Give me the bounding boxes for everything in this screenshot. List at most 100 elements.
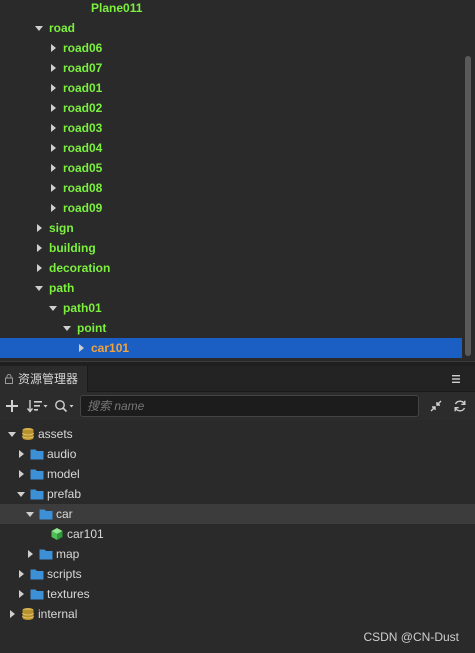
tree-node-road09[interactable]: road09 bbox=[0, 198, 462, 218]
node-label: path01 bbox=[63, 301, 102, 315]
asset-row-car[interactable]: car bbox=[0, 504, 475, 524]
refresh-icon[interactable] bbox=[452, 397, 468, 415]
collapse-arrow-icon[interactable] bbox=[6, 604, 18, 624]
folder-icon bbox=[30, 589, 44, 600]
asset-row-car101[interactable]: car101 bbox=[0, 524, 475, 544]
folder-icon bbox=[30, 489, 44, 500]
asset-label: map bbox=[56, 547, 80, 561]
collapse-arrow-icon[interactable] bbox=[47, 178, 59, 198]
asset-row-assets[interactable]: assets bbox=[0, 424, 475, 444]
folder-icon bbox=[39, 549, 53, 560]
expand-arrow-icon[interactable] bbox=[61, 318, 73, 338]
node-label: road03 bbox=[63, 121, 103, 135]
database-icon bbox=[22, 428, 34, 440]
expand-arrow-icon[interactable] bbox=[6, 424, 18, 444]
collapse-arrow-icon[interactable] bbox=[47, 58, 59, 78]
tree-node-car101-selected[interactable]: car101 bbox=[0, 338, 462, 358]
node-label: car101 bbox=[91, 341, 130, 355]
search-box[interactable] bbox=[80, 395, 419, 417]
assets-tree: assets audio model prefab car car101 map… bbox=[0, 422, 475, 653]
tree-node-road08[interactable]: road08 bbox=[0, 178, 462, 198]
tree-node-road[interactable]: road bbox=[0, 18, 462, 38]
node-label: road08 bbox=[63, 181, 103, 195]
lock-icon[interactable] bbox=[5, 374, 13, 384]
collapse-arrow-icon[interactable] bbox=[33, 238, 45, 258]
folder-icon bbox=[30, 469, 44, 480]
collapse-arrow-icon[interactable] bbox=[15, 564, 27, 584]
collapse-arrow-icon[interactable] bbox=[47, 138, 59, 158]
expand-arrow-icon[interactable] bbox=[33, 18, 45, 38]
collapse-arrow-icon[interactable] bbox=[47, 38, 59, 58]
collapse-arrow-icon[interactable] bbox=[24, 544, 36, 564]
tree-node-road03[interactable]: road03 bbox=[0, 118, 462, 138]
node-label: building bbox=[49, 241, 96, 255]
tree-node-sign[interactable]: sign bbox=[0, 218, 462, 238]
hierarchy-panel: Plane011 road road06 road07 road01 road0… bbox=[0, 0, 475, 362]
node-label: road04 bbox=[63, 141, 103, 155]
prefab-cube-icon bbox=[51, 528, 63, 540]
expand-arrow-icon[interactable] bbox=[47, 298, 59, 318]
expand-arrow-icon[interactable] bbox=[24, 504, 36, 524]
scrollbar-thumb[interactable] bbox=[465, 56, 471, 356]
tree-node-building[interactable]: building bbox=[0, 238, 462, 258]
search-filter-icon[interactable] bbox=[54, 397, 76, 415]
asset-row-audio[interactable]: audio bbox=[0, 444, 475, 464]
node-label: decoration bbox=[49, 261, 111, 275]
node-label: sign bbox=[49, 221, 74, 235]
collapse-arrow-icon[interactable] bbox=[15, 584, 27, 604]
collapse-arrow-icon[interactable] bbox=[47, 78, 59, 98]
asset-label: car101 bbox=[67, 527, 104, 541]
node-label: road07 bbox=[63, 61, 103, 75]
node-label: path bbox=[49, 281, 75, 295]
asset-row-internal[interactable]: internal bbox=[0, 604, 475, 624]
tree-node-plane011[interactable]: Plane011 bbox=[0, 0, 462, 18]
asset-row-map[interactable]: map bbox=[0, 544, 475, 564]
asset-row-model[interactable]: model bbox=[0, 464, 475, 484]
add-icon[interactable] bbox=[4, 397, 20, 415]
folder-icon bbox=[30, 449, 44, 460]
tree-node-road01[interactable]: road01 bbox=[0, 78, 462, 98]
assets-tab[interactable]: 资源管理器 bbox=[0, 366, 88, 392]
folder-icon bbox=[30, 569, 44, 580]
asset-row-prefab[interactable]: prefab bbox=[0, 484, 475, 504]
collapse-arrow-icon[interactable] bbox=[47, 198, 59, 218]
node-label: Plane011 bbox=[91, 1, 143, 15]
collapse-arrow-icon[interactable] bbox=[75, 338, 87, 358]
asset-row-scripts[interactable]: scripts bbox=[0, 564, 475, 584]
node-label: point bbox=[77, 321, 107, 335]
tree-node-road06[interactable]: road06 bbox=[0, 38, 462, 58]
asset-row-textures[interactable]: textures bbox=[0, 584, 475, 604]
expand-arrow-icon[interactable] bbox=[15, 484, 27, 504]
collapse-arrow-icon[interactable] bbox=[33, 258, 45, 278]
tree-node-path[interactable]: path bbox=[0, 278, 462, 298]
search-input[interactable] bbox=[81, 396, 418, 416]
node-label: road09 bbox=[63, 201, 103, 215]
collapse-arrow-icon[interactable] bbox=[47, 118, 59, 138]
tree-node-road05[interactable]: road05 bbox=[0, 158, 462, 178]
database-icon bbox=[22, 608, 34, 620]
tree-node-road07[interactable]: road07 bbox=[0, 58, 462, 78]
node-label: road01 bbox=[63, 81, 103, 95]
asset-label: assets bbox=[38, 427, 73, 441]
tree-node-point[interactable]: point bbox=[0, 318, 462, 338]
collapse-arrow-icon[interactable] bbox=[15, 464, 27, 484]
assets-toolbar bbox=[0, 392, 475, 420]
tree-node-road02[interactable]: road02 bbox=[0, 98, 462, 118]
asset-label: textures bbox=[47, 587, 90, 601]
collapse-arrow-icon[interactable] bbox=[47, 158, 59, 178]
collapse-arrow-icon[interactable] bbox=[33, 218, 45, 238]
tree-node-path01[interactable]: path01 bbox=[0, 298, 462, 318]
tree-node-decoration[interactable]: decoration bbox=[0, 258, 462, 278]
menu-icon[interactable] bbox=[450, 372, 462, 386]
asset-label: prefab bbox=[47, 487, 82, 501]
collapse-all-icon[interactable] bbox=[428, 397, 444, 415]
expand-arrow-icon[interactable] bbox=[33, 278, 45, 298]
assets-tab-label: 资源管理器 bbox=[18, 372, 79, 386]
collapse-arrow-icon[interactable] bbox=[15, 444, 27, 464]
asset-label: scripts bbox=[47, 567, 82, 581]
asset-label: model bbox=[47, 467, 80, 481]
asset-label: audio bbox=[47, 447, 77, 461]
tree-node-road04[interactable]: road04 bbox=[0, 138, 462, 158]
sort-icon[interactable] bbox=[27, 397, 49, 415]
collapse-arrow-icon[interactable] bbox=[47, 98, 59, 118]
